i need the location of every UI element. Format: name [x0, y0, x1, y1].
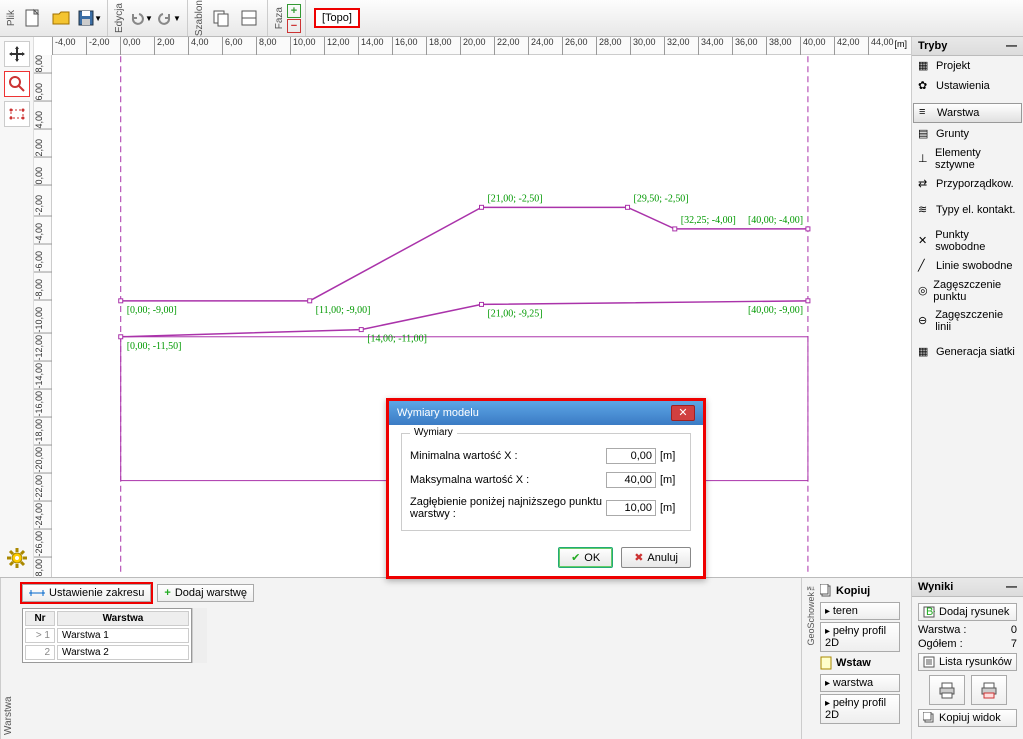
- model-dimensions-dialog: Wymiary modelu ✕ Wymiary Minimalna warto…: [386, 398, 706, 579]
- save-file-button[interactable]: ▼: [75, 4, 103, 32]
- add-layer-button[interactable]: +Dodaj warstwę: [157, 584, 254, 602]
- clipboard-panel: GeoSchowek™ Kopiuj ▸ teren ▸ pełny profi…: [801, 578, 911, 739]
- copy-view-button[interactable]: Kopiuj widok: [918, 709, 1017, 727]
- table-row[interactable]: 2Warstwa 2: [25, 645, 189, 660]
- horizontal-ruler: [m]-4,00-2,000,002,004,006,008,0010,0012…: [52, 37, 911, 55]
- print-button[interactable]: [929, 675, 965, 705]
- table-scrollbar[interactable]: [192, 608, 207, 663]
- open-file-button[interactable]: [47, 4, 75, 32]
- svg-text:[21,00; -2,50]: [21,00; -2,50]: [487, 193, 542, 204]
- svg-text:[21,00; -9,25]: [21,00; -9,25]: [487, 308, 542, 319]
- phase-remove-icon[interactable]: −: [287, 19, 301, 33]
- mode-item-1[interactable]: ✿Ustawienia: [912, 76, 1023, 96]
- pan-tool[interactable]: [4, 41, 30, 67]
- phase-add-icon[interactable]: +: [287, 4, 301, 18]
- svg-text:[0,00; -11,50]: [0,00; -11,50]: [127, 341, 182, 352]
- min-x-input[interactable]: [606, 448, 656, 464]
- left-toolbar: [0, 37, 34, 577]
- edit-label: Edycja: [112, 1, 127, 35]
- drawing-list-button[interactable]: Lista rysunków: [918, 653, 1017, 671]
- mode-item-10[interactable]: ⊖Zagęszczenie linii: [912, 306, 1023, 336]
- copy-profile-button[interactable]: ▸ pełny profil 2D: [820, 622, 900, 652]
- depth-input[interactable]: [606, 500, 656, 516]
- svg-text:[32,25; -4,00]: [32,25; -4,00]: [681, 215, 736, 226]
- copy-terrain-button[interactable]: ▸ teren: [820, 602, 900, 620]
- template-label: Szablon: [192, 0, 207, 38]
- svg-text:[29,50; -2,50]: [29,50; -2,50]: [634, 193, 689, 204]
- main-toolbar: Plik ▼ Edycja ▼ ▼ Szablon Faza + − [Topo…: [0, 0, 1023, 37]
- svg-text:[40,00; -4,00]: [40,00; -4,00]: [748, 215, 803, 226]
- paste-icon: [820, 656, 832, 670]
- template-button-1[interactable]: [207, 4, 235, 32]
- mode-item-6[interactable]: ≋Typy el. kontakt.: [912, 200, 1023, 220]
- dialog-title: Wymiary modelu: [397, 407, 479, 419]
- add-drawing-button[interactable]: B+Dodaj rysunek: [918, 603, 1017, 621]
- topo-tab[interactable]: [Topo]: [314, 8, 360, 28]
- zoom-tool[interactable]: [4, 71, 30, 97]
- svg-text:[40,00; -9,00]: [40,00; -9,00]: [748, 305, 803, 316]
- svg-text:[11,00; -9,00]: [11,00; -9,00]: [316, 305, 371, 316]
- layers-panel-label: Warstwa: [0, 578, 16, 739]
- dialog-close-button[interactable]: ✕: [671, 405, 695, 421]
- table-row[interactable]: > 1Warstwa 1: [25, 628, 189, 643]
- layers-table[interactable]: NrWarstwa > 1Warstwa 12Warstwa 2: [22, 608, 192, 663]
- cancel-button[interactable]: ✖Anuluj: [621, 547, 691, 568]
- undo-button[interactable]: ▼: [127, 4, 155, 32]
- ok-button[interactable]: ✔OK: [558, 547, 613, 568]
- svg-text:[0,00; -9,00]: [0,00; -9,00]: [127, 305, 177, 316]
- minimize-icon[interactable]: —: [1006, 40, 1017, 52]
- modes-panel: Tryby — ▦Projekt✿Ustawienia ≡Warstwa▤Grunt…: [911, 37, 1023, 577]
- mode-item-7[interactable]: ✕Punkty swobodne: [912, 226, 1023, 256]
- mode-item-9[interactable]: ◎Zagęszczenie punktu: [912, 276, 1023, 306]
- template-button-2[interactable]: [235, 4, 263, 32]
- max-x-input[interactable]: [606, 472, 656, 488]
- print-color-button[interactable]: [971, 675, 1007, 705]
- set-range-button[interactable]: Ustawienie zakresu: [22, 584, 151, 602]
- paste-layer-button[interactable]: ▸ warstwa: [820, 674, 900, 692]
- mode-item-8[interactable]: ╱Linie swobodne: [912, 256, 1023, 276]
- paste-profile-button[interactable]: ▸ pełny profil 2D: [820, 694, 900, 724]
- settings-gear-icon[interactable]: [4, 545, 30, 571]
- svg-text:B+: B+: [926, 606, 935, 618]
- new-file-button[interactable]: [19, 4, 47, 32]
- svg-text:[14,00; -11,00]: [14,00; -11,00]: [367, 334, 427, 345]
- mode-item-0[interactable]: ▦Projekt: [912, 56, 1023, 76]
- vertical-ruler: 8,006,004,002,000,00-2,00-4,00-6,00-8,00…: [34, 55, 52, 577]
- file-label: Plik: [4, 8, 19, 28]
- mode-item-2[interactable]: ≡Warstwa: [913, 103, 1022, 123]
- results-panel: Wyniki— B+Dodaj rysunek Warstwa :0 Ogółe…: [911, 578, 1023, 739]
- mode-item-3[interactable]: ▤Grunty: [912, 124, 1023, 144]
- minimize-icon[interactable]: —: [1006, 581, 1017, 593]
- mode-item-4[interactable]: ⊥Elementy sztywne: [912, 144, 1023, 174]
- mode-item-11[interactable]: ▦Generacja siatki: [912, 342, 1023, 362]
- phase-label: Faza: [272, 5, 287, 31]
- copy-icon: [820, 584, 832, 598]
- redo-button[interactable]: ▼: [155, 4, 183, 32]
- modes-title: Tryby: [918, 40, 947, 52]
- mode-item-5[interactable]: ⇄Przyporządkow.: [912, 174, 1023, 194]
- extent-tool[interactable]: [4, 101, 30, 127]
